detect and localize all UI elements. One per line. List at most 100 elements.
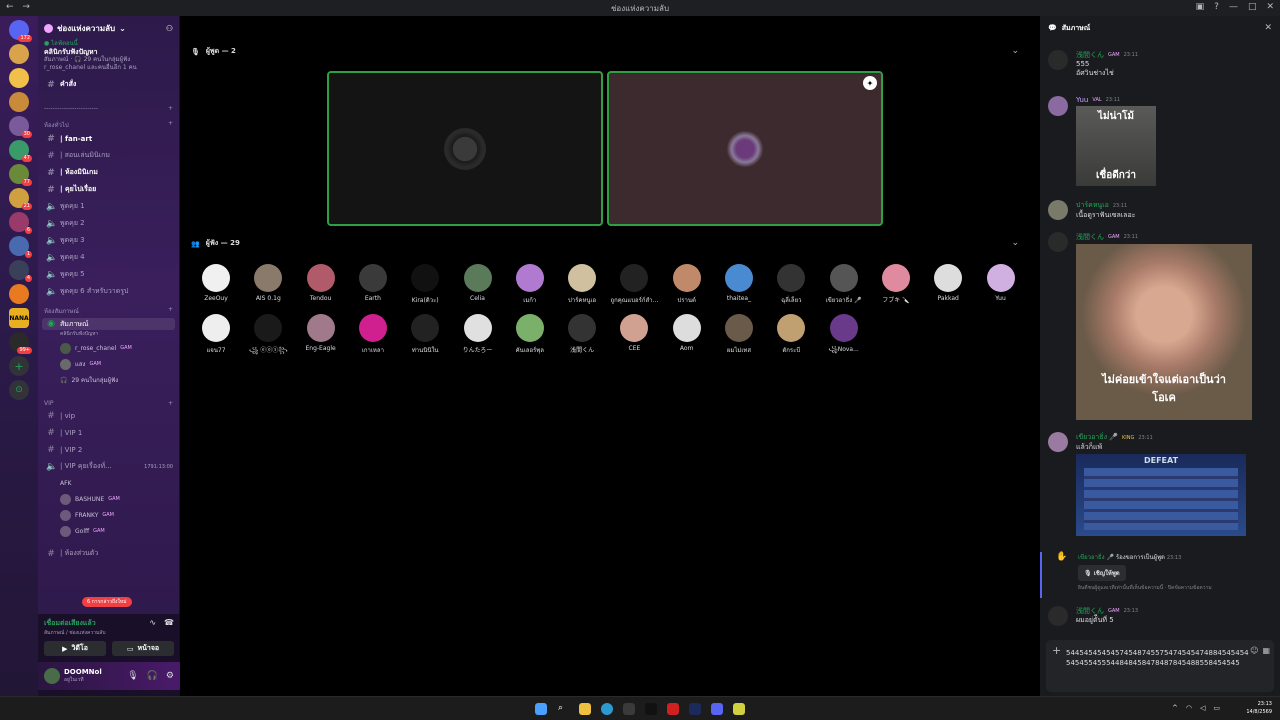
category-vip[interactable]: VIP + <box>38 400 179 407</box>
audience-member[interactable]: 浅間くん <box>556 314 608 354</box>
speaker-user[interactable]: แสง GAM <box>38 356 179 372</box>
live-event-card[interactable]: ● ไลฟ์ตอนนี้ คลินิกรับฟังปัญหา สัมภาษณ์ … <box>38 40 179 72</box>
speaker-user[interactable]: r_rose_chanel GAM <box>38 340 179 356</box>
voice-channel-3[interactable]: 🔈 พูดคุย 3 <box>38 232 179 249</box>
vip-channel-2[interactable]: # | VIP 2 <box>38 441 179 458</box>
channel-minigame[interactable]: # | ห้องมินิเกม <box>38 164 179 181</box>
home-icon[interactable]: 172 <box>9 20 32 42</box>
speaker-tile[interactable] <box>327 71 603 226</box>
close-icon[interactable]: ✕ <box>1266 2 1274 12</box>
discover-icon[interactable]: ⊙ <box>9 380 29 400</box>
add-channel-icon[interactable]: + <box>168 120 173 130</box>
chevron-down-icon[interactable]: ⌄ <box>1011 238 1019 248</box>
message-input[interactable]: + 54454545454574548745575474545474884545… <box>1046 640 1274 692</box>
server-icon[interactable] <box>9 44 29 64</box>
system-tray[interactable]: ^ ◠ ◁ ▭ <box>1172 704 1220 712</box>
server-icon[interactable]: 30 <box>9 116 32 138</box>
channel-fan-art[interactable]: # | fan-art <box>38 130 179 147</box>
chevron-down-icon[interactable]: ⌄ <box>1011 46 1019 56</box>
microphone-icon[interactable]: 🎙 <box>127 671 138 681</box>
message-author[interactable]: เขียวอาธิ่ง 🎤 <box>1076 432 1118 443</box>
message-author[interactable]: 浅間くん <box>1076 606 1104 616</box>
close-icon[interactable]: ✕ <box>1264 23 1272 33</box>
audience-member[interactable]: แจน77 <box>190 314 242 355</box>
audience-member[interactable]: ปรานต์ <box>661 264 713 305</box>
channel-chat[interactable]: # | คุยไปเรื่อย <box>38 181 179 198</box>
server-icon[interactable]: 47 <box>9 140 32 162</box>
unread-mentions-badge[interactable]: 6 การกล่าวถึงใหม่ <box>82 597 132 607</box>
server-icon[interactable] <box>9 68 29 88</box>
app-icon[interactable] <box>667 703 679 715</box>
nav-arrows[interactable]: ← → <box>6 2 33 12</box>
voice-channel-2[interactable]: 🔈 พูดคุย 2 <box>38 215 179 232</box>
battery-icon[interactable]: ▭ <box>1213 704 1220 712</box>
search-icon[interactable]: ⌕ <box>558 703 570 715</box>
vip-user[interactable]: Golff GAM <box>38 523 179 539</box>
voice-channel-4[interactable]: 🔈 พูดคุย 4 <box>38 249 179 266</box>
avatar[interactable] <box>1048 96 1068 116</box>
add-server-icon[interactable]: + <box>9 356 29 376</box>
vip-user[interactable]: BASHUNE GAM <box>38 491 179 507</box>
video-button[interactable]: ▶ วิดีโอ <box>44 641 106 656</box>
disconnect-icon[interactable]: ☎ <box>164 618 174 637</box>
audience-member[interactable]: ZeeOuy <box>190 264 242 302</box>
audience-member[interactable]: Tendou <box>295 264 347 302</box>
vip-voice-channel[interactable]: 🔈 | VIP คุยเรื่องทั่... 1791:13:00 <box>38 458 179 475</box>
avatar[interactable] <box>1048 50 1068 70</box>
headphones-icon[interactable]: 🎧 <box>147 671 158 681</box>
vip-user[interactable]: FRANKY GAM <box>38 507 179 523</box>
category-general[interactable]: ห้องทั่วไป + <box>38 120 179 130</box>
listeners-count[interactable]: 🎧 29 คนในกลุ่มผู้ฟัง <box>38 372 179 388</box>
voice-channel-5[interactable]: 🔈 พูดคุย 5 <box>38 266 179 283</box>
server-icon[interactable] <box>9 92 29 112</box>
tiktok-icon[interactable] <box>645 703 657 715</box>
chevron-up-icon[interactable]: ^ <box>1172 704 1178 712</box>
audience-member[interactable]: ꧁ ⓔⓞⓢ꧂ <box>242 314 294 358</box>
screenshot-image[interactable]: DEFEAT <box>1076 454 1246 536</box>
audience-member[interactable]: ถูกคุณแบอร์ก์สำ... <box>608 264 660 305</box>
screen-share-button[interactable]: ▭ หน้าจอ <box>112 641 174 656</box>
audience-member[interactable]: CEE <box>608 314 660 352</box>
audience-member[interactable]: เมก้า <box>504 264 556 305</box>
server-icon[interactable]: 77 <box>9 164 32 186</box>
server-icon[interactable]: 6 <box>9 212 32 234</box>
vip-channel[interactable]: # | vip <box>38 407 179 424</box>
voice-channel-6[interactable]: 🔈 พูดคุย 6 สำหรับวาดรูป <box>38 283 179 300</box>
audience-member[interactable]: thaitea_ <box>713 264 765 302</box>
audience-member[interactable]: りんたろー <box>452 314 504 354</box>
audience-member[interactable]: Celia <box>452 264 504 302</box>
speaker-tile[interactable]: ✦ <box>607 71 883 226</box>
discord-icon[interactable] <box>711 703 723 715</box>
audience-member[interactable]: เกาเหลา <box>347 314 399 355</box>
message-author[interactable]: 浅間くん <box>1076 50 1104 60</box>
audience-member[interactable]: ฉุลี่เล็ยว <box>765 264 817 305</box>
current-user[interactable]: DOOMNol อยู่ในเวที 🎙 🎧 ⚙ <box>38 662 180 690</box>
avatar[interactable] <box>1048 432 1068 452</box>
private-channel[interactable]: # | ห้องส่วนตัว <box>38 545 179 562</box>
audience-member[interactable]: คันเลอร์พุล <box>504 314 556 355</box>
message-author[interactable]: ปาร์คหนูเอ <box>1076 200 1109 211</box>
message-author[interactable]: Yuu <box>1076 96 1088 104</box>
audience-member[interactable]: Aom <box>661 314 713 352</box>
voice-channel-1[interactable]: 🔈 พูดคุย 1 <box>38 198 179 215</box>
server-icon[interactable]: 1 <box>9 236 32 258</box>
avatar[interactable] <box>1048 606 1068 626</box>
audience-member[interactable]: เขียวอาธิ่ง 🎤 <box>818 264 870 305</box>
gear-icon[interactable]: ⚙ <box>166 671 174 681</box>
audience-member[interactable]: ตักระบี <box>765 314 817 355</box>
server-icon[interactable]: 4 <box>9 260 32 282</box>
request-user[interactable]: เขียวอาธิ่ง 🎤 <box>1078 554 1114 561</box>
add-attachment-icon[interactable]: + <box>1052 645 1061 656</box>
start-icon[interactable] <box>535 703 547 715</box>
stage-channel[interactable]: ◉ สัมภาษณ์ <box>42 318 175 330</box>
add-channel-icon[interactable]: + <box>168 400 173 407</box>
file-explorer-icon[interactable] <box>579 703 591 715</box>
inbox-icon[interactable]: ▣ <box>1196 2 1205 12</box>
photoshop-icon[interactable] <box>689 703 701 715</box>
emoji-icon[interactable]: ☺ <box>1250 646 1258 656</box>
meme-image[interactable]: ไม่ค่อยเข้าใจแต่เอาเป็นว่า โอเค <box>1076 244 1252 420</box>
app-icon[interactable] <box>733 703 745 715</box>
edge-icon[interactable] <box>601 703 613 715</box>
add-member-icon[interactable]: ⚇ <box>166 24 173 33</box>
avatar[interactable] <box>1048 200 1068 220</box>
